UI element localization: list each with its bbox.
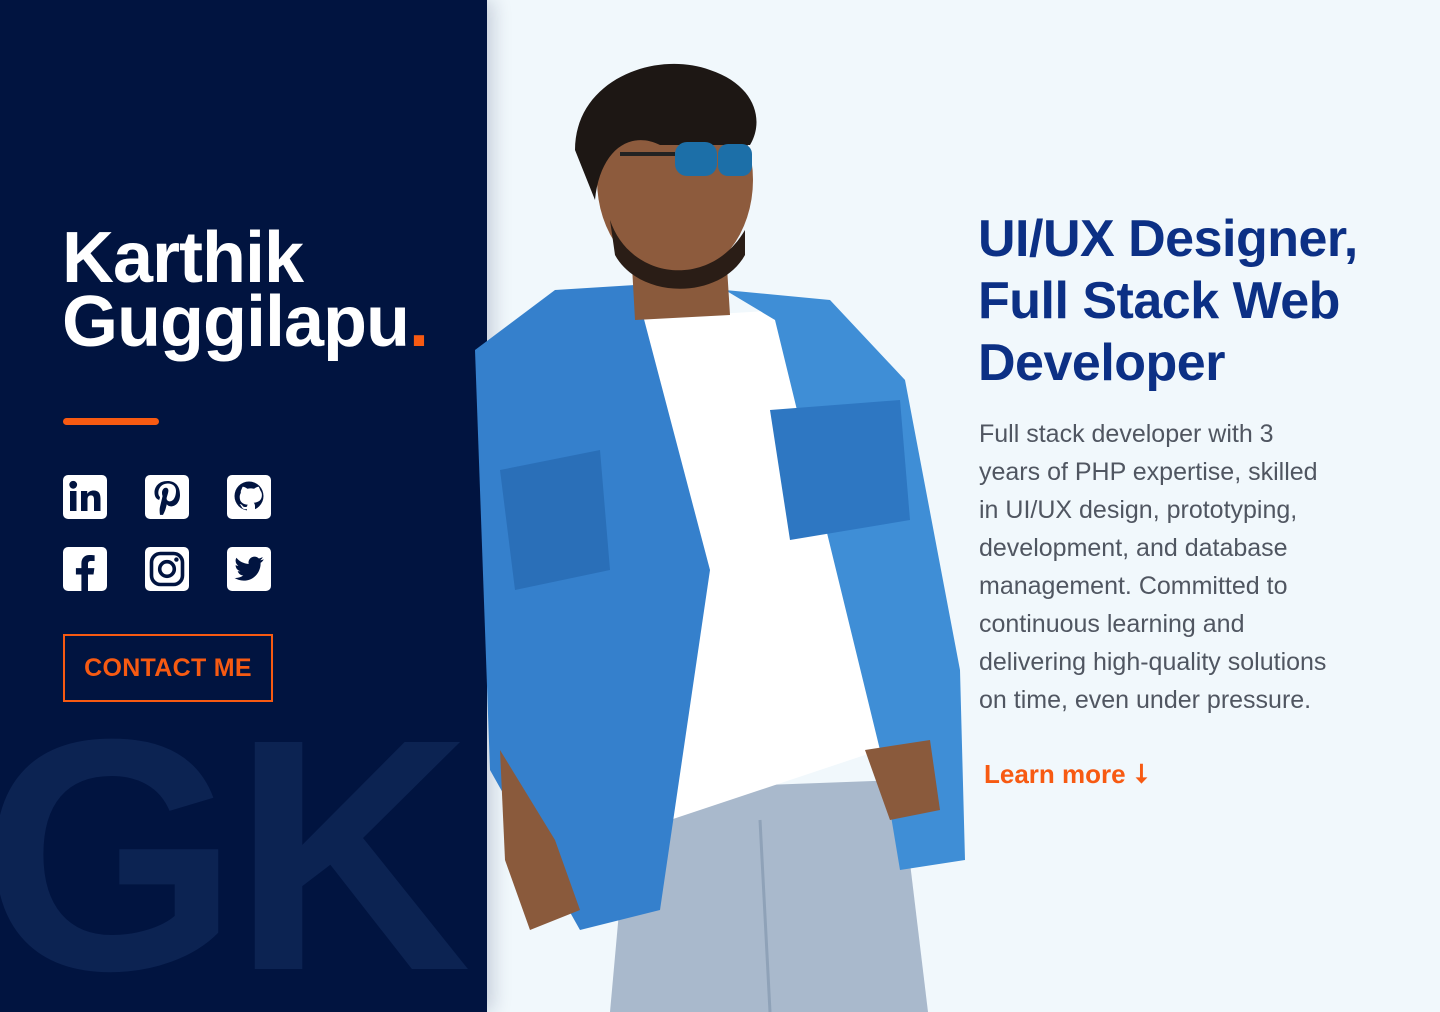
github-link[interactable] xyxy=(226,474,272,520)
contact-me-button[interactable]: CONTACT ME xyxy=(63,634,273,702)
learn-more-label: Learn more xyxy=(984,758,1126,789)
first-name: Karthik xyxy=(62,218,304,298)
left-panel: GK. Karthik Guggilapu. xyxy=(0,0,487,1012)
linkedin-icon xyxy=(63,475,107,519)
pinterest-icon xyxy=(145,475,189,519)
profile-name: Karthik Guggilapu. xyxy=(62,218,429,358)
bio-line: development, and database xyxy=(979,534,1288,562)
facebook-link[interactable] xyxy=(62,546,108,592)
instagram-icon xyxy=(145,547,189,591)
bio-line: years of PHP expertise, skilled xyxy=(979,458,1318,486)
learn-more-link[interactable]: Learn more ⭣ xyxy=(984,758,1148,790)
facebook-icon xyxy=(63,547,107,591)
headline-line-3: Developer xyxy=(978,334,1225,392)
hero-headline: UI/UX Designer, Full Stack Web Developer xyxy=(978,208,1398,394)
linkedin-link[interactable] xyxy=(62,474,108,520)
bio-line: continuous learning and xyxy=(979,610,1245,638)
bio-line: Full stack developer with 3 xyxy=(979,420,1274,448)
bio-line: management. Committed to xyxy=(979,572,1288,600)
accent-divider xyxy=(63,418,159,425)
headline-line-1: UI/UX Designer, xyxy=(978,210,1358,268)
pinterest-link[interactable] xyxy=(144,474,190,520)
twitter-icon xyxy=(227,547,271,591)
bio-line: on time, even under pressure. xyxy=(979,686,1312,714)
last-name-line: Guggilapu. xyxy=(62,286,429,358)
social-links xyxy=(62,474,292,592)
instagram-link[interactable] xyxy=(144,546,190,592)
profile-photo xyxy=(475,63,965,1012)
last-name: Guggilapu xyxy=(62,282,410,362)
github-icon xyxy=(227,475,271,519)
twitter-link[interactable] xyxy=(226,546,272,592)
name-dot: . xyxy=(408,282,429,362)
bio-paragraph: Full stack developer with 3 years of PHP… xyxy=(979,415,1379,719)
arrow-down-icon: ⭣ xyxy=(1135,758,1148,788)
bio-line: in UI/UX design, prototyping, xyxy=(979,496,1298,524)
initials-watermark: GK. xyxy=(0,670,487,1012)
headline-line-2: Full Stack Web xyxy=(978,272,1340,330)
bio-line: delivering high-quality solutions xyxy=(979,648,1327,676)
